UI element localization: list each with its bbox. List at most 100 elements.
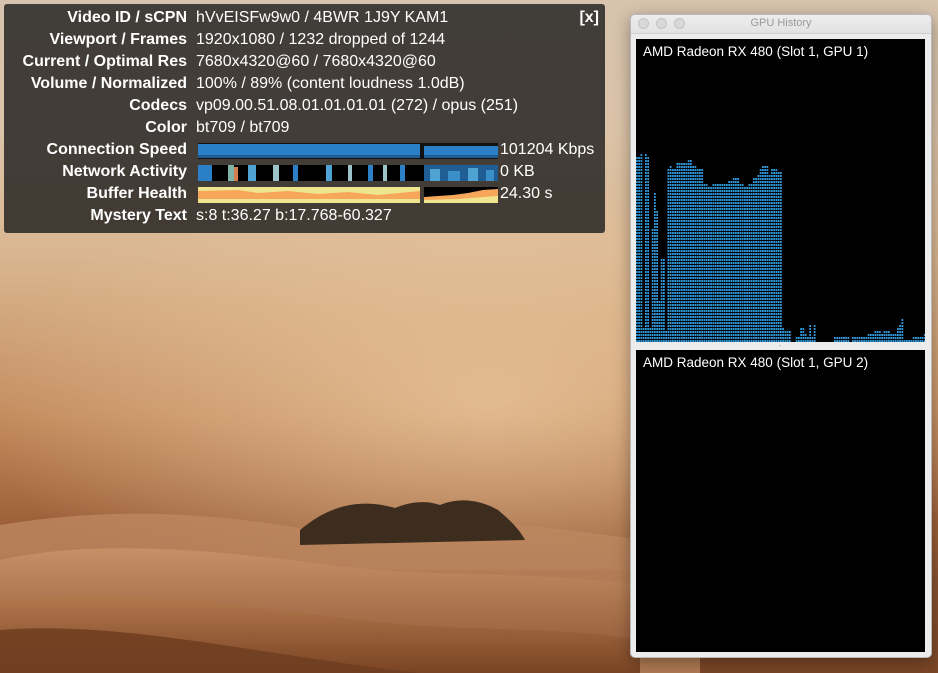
gpu-usage-bar xyxy=(863,337,865,342)
gpu-usage-bar xyxy=(692,166,694,342)
window-titlebar[interactable]: GPU History xyxy=(631,15,931,34)
gpu-usage-bar xyxy=(854,337,856,342)
gpu-usage-bar xyxy=(897,328,899,342)
gpu-usage-bar xyxy=(856,337,859,342)
gpu-usage-bar xyxy=(903,340,906,342)
gpu-usage-bar xyxy=(852,337,854,342)
gpu-usage-bar xyxy=(807,337,809,342)
stats-row-color: Color bt709 / bt709 xyxy=(4,117,605,139)
gpu-usage-bar xyxy=(759,169,762,342)
gpu-history-panel-gpu1: AMD Radeon RX 480 (Slot 1, GPU 1) xyxy=(636,39,925,342)
stats-row-network-activity: Network Activity 0 KB xyxy=(4,161,605,183)
gpu-usage-bar xyxy=(728,181,730,342)
window-title: GPU History xyxy=(750,17,812,29)
gpu-usage-bar xyxy=(843,337,845,342)
gpu-usage-bar xyxy=(636,157,638,342)
gpu-usage-bar xyxy=(766,166,769,342)
connection-speed-sparkline xyxy=(198,143,498,159)
gpu-usage-bar xyxy=(784,331,787,342)
stats-row-codecs: Codecs vp09.00.51.08.01.01.01.01 (272) /… xyxy=(4,95,605,117)
gpu-usage-bar xyxy=(838,337,841,342)
gpu-usage-bar xyxy=(858,337,861,342)
gpu-usage-bar xyxy=(915,337,917,342)
gpu-usage-bar xyxy=(847,337,850,342)
stats-label: Network Activity xyxy=(62,163,187,180)
gpu-usage-bar xyxy=(651,229,654,342)
stats-row-mystery-text: Mystery Text s:8 t:36.27 b:17.768-60.327 xyxy=(4,205,605,227)
gpu-usage-bar xyxy=(912,337,915,342)
gpu-usage-bar xyxy=(714,184,717,342)
gpu-usage-bar xyxy=(638,157,640,342)
gpu-usage-bar xyxy=(762,166,764,342)
gpu-name: AMD Radeon RX 480 (Slot 1, GPU 1) xyxy=(643,44,869,59)
gpu-usage-bar xyxy=(730,181,733,342)
gpu-usage-bar xyxy=(703,184,706,342)
gpu-usage-bar xyxy=(683,163,685,342)
gpu-usage-bar xyxy=(773,169,775,342)
gpu-usage-bar xyxy=(910,340,913,342)
gpu-usage-bar xyxy=(867,334,870,342)
gpu-usage-bar xyxy=(674,169,676,342)
gpu-usage-bar xyxy=(888,331,890,342)
stats-value: bt709 / bt709 xyxy=(196,119,290,136)
gpu-usage-bar xyxy=(883,331,886,342)
gpu1-usage-chart xyxy=(636,154,925,342)
gpu-usage-bar xyxy=(874,331,877,342)
gpu-usage-bar xyxy=(782,328,784,342)
gpu-usage-bar xyxy=(647,157,649,342)
gpu-usage-bar xyxy=(872,334,874,342)
gpu-usage-bar xyxy=(800,328,802,342)
gpu-usage-bar xyxy=(726,184,728,342)
gpu-usage-bar xyxy=(764,166,766,342)
gpu-usage-bar xyxy=(802,328,805,342)
gpu-usage-bar xyxy=(744,187,746,342)
gpu-usage-bar xyxy=(924,334,925,342)
gpu-usage-bar xyxy=(892,334,895,342)
gpu-usage-bar xyxy=(696,169,699,342)
gpu-usage-bar xyxy=(921,337,924,342)
gpu-usage-bar xyxy=(694,166,697,342)
gpu-usage-bar xyxy=(840,337,843,342)
gpu-usage-bar xyxy=(845,337,847,342)
gpu-usage-bar xyxy=(836,337,838,342)
gpu-usage-bar xyxy=(739,184,742,342)
gpu2-usage-chart xyxy=(636,350,925,652)
gpu-usage-bar xyxy=(917,337,919,342)
stats-label: Buffer Health xyxy=(86,185,187,202)
gpu-usage-bar xyxy=(710,187,712,342)
gpu-usage-bar xyxy=(699,169,701,342)
network-activity-sparkline xyxy=(198,165,498,181)
gpu-usage-bar xyxy=(901,319,904,342)
gpu-usage-bar xyxy=(811,337,814,342)
gpu-name: AMD Radeon RX 480 (Slot 1, GPU 2) xyxy=(643,355,869,370)
stats-label: Color xyxy=(145,119,187,136)
gpu-usage-bar xyxy=(660,259,663,342)
gpu-usage-bar xyxy=(658,301,661,342)
gpu-usage-bar xyxy=(649,328,652,342)
gpu-usage-bar xyxy=(894,334,897,342)
buffer-health-sparkline xyxy=(198,187,498,203)
gpu-usage-bar xyxy=(768,175,771,342)
gpu-usage-bar xyxy=(813,325,816,342)
gpu-usage-bar xyxy=(672,169,674,342)
gpu-usage-bar xyxy=(775,169,778,342)
gpu-usage-bar xyxy=(865,337,868,342)
gpu-usage-bar xyxy=(701,169,703,342)
gpu-usage-bar xyxy=(798,337,800,342)
panel-splitter[interactable]: · xyxy=(776,341,784,350)
gpu-usage-bar xyxy=(676,163,679,342)
gpu-history-panel-gpu2: AMD Radeon RX 480 (Slot 1, GPU 2) xyxy=(636,350,925,652)
gpu-usage-bar xyxy=(669,166,672,342)
gpu-usage-bar xyxy=(809,325,811,342)
gpu-usage-bar xyxy=(645,154,647,342)
stats-row-resolution: Current / Optimal Res 7680x4320@60 / 768… xyxy=(4,51,605,73)
stats-row-viewport: Viewport / Frames 1920x1080 / 1232 dropp… xyxy=(4,29,605,51)
gpu-usage-bar xyxy=(789,331,791,342)
stats-value: 0 KB xyxy=(500,163,535,180)
gpu-usage-bar xyxy=(741,184,744,342)
gpu-usage-bar xyxy=(663,259,665,342)
gpu-usage-bar xyxy=(870,334,872,342)
stats-value: hVvEISFw9w0 / 4BWR 1J9Y KAM1 xyxy=(196,9,449,26)
gpu-usage-bar xyxy=(723,184,726,342)
gpu-usage-bar xyxy=(919,337,922,342)
